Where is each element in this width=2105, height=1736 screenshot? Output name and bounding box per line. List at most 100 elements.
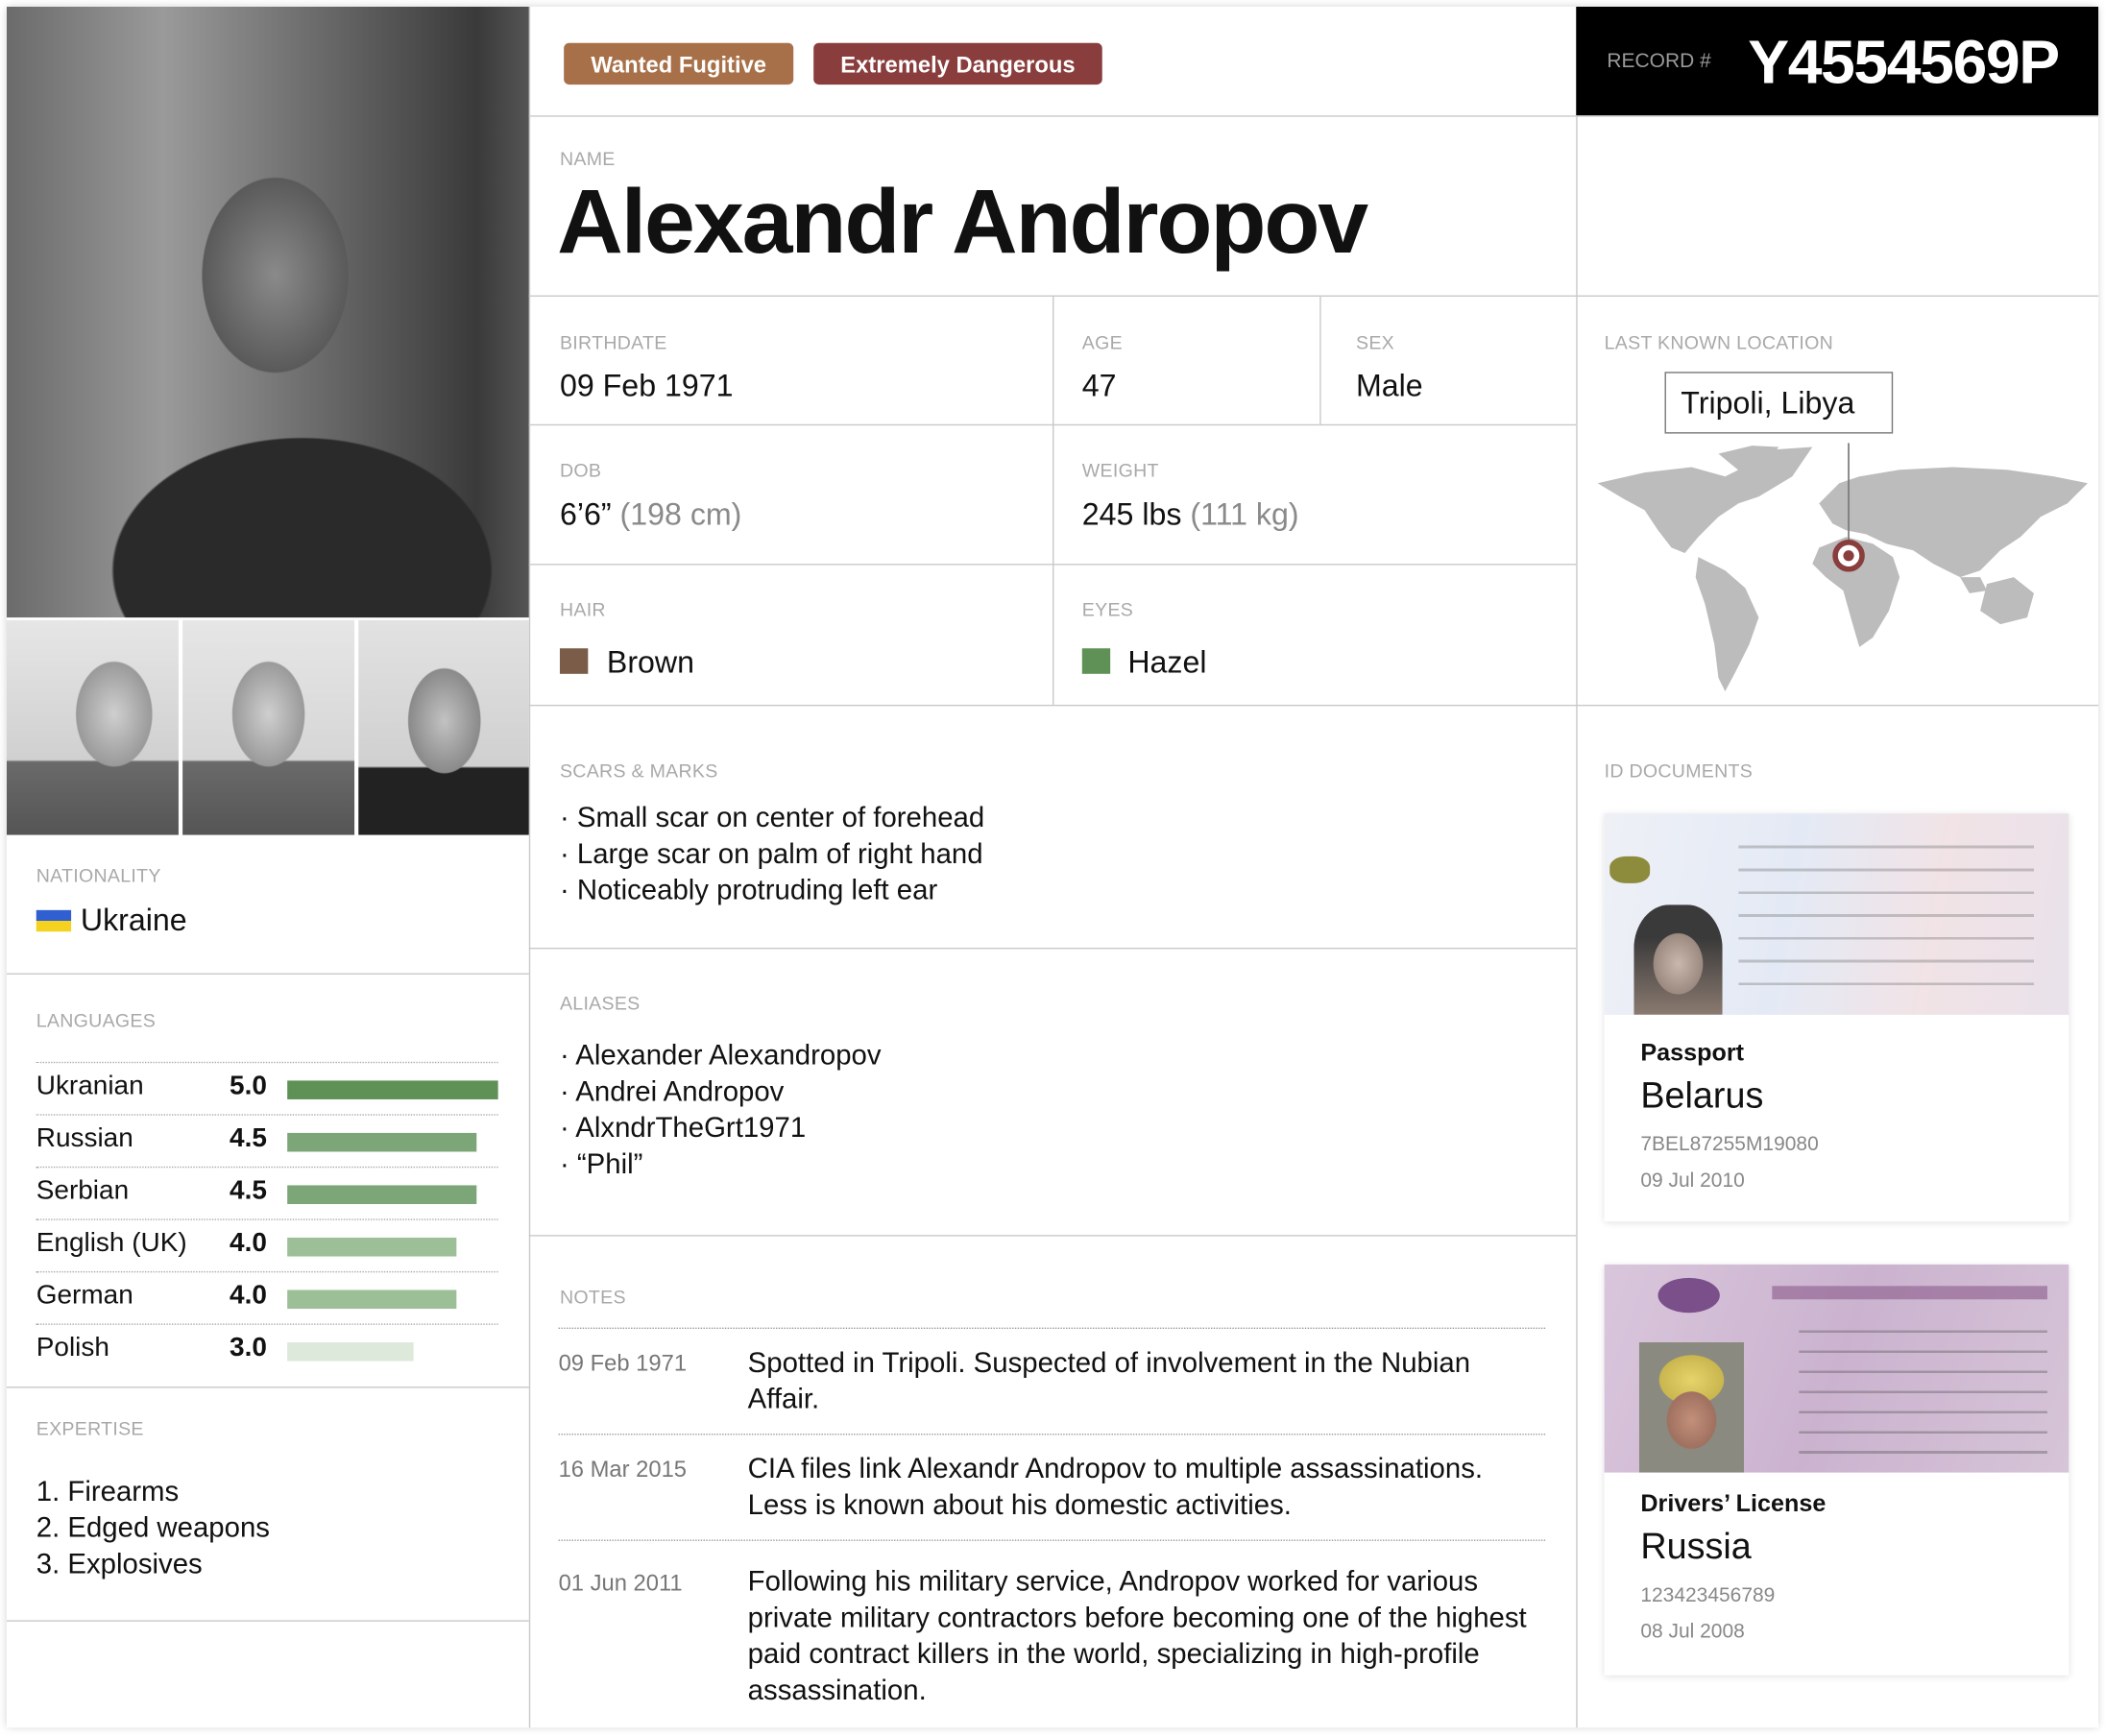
expertise-item: 1. Firearms [36, 1476, 180, 1507]
scar-item: Large scar on palm of right hand [560, 836, 984, 873]
note-date: 16 Mar 2015 [558, 1456, 688, 1483]
weight-imperial: 245 lbs [1081, 496, 1182, 532]
document-number: 123423456789 [1640, 1583, 1776, 1607]
alias-item: “Phil” [560, 1146, 882, 1183]
weight-value: 245 lbs (111 kg) [1082, 496, 1299, 533]
note-text: Following his military service, Andropov… [747, 1566, 1527, 1706]
language-name: Polish [36, 1333, 109, 1362]
expertise-label: EXPERTISE [36, 1417, 144, 1439]
note-entry: 16 Mar 2015 CIA files link Alexandr Andro… [558, 1434, 1546, 1521]
ukraine-flag-icon [36, 909, 72, 932]
language-score: 4.5 [230, 1123, 267, 1153]
language-score: 4.5 [230, 1175, 267, 1206]
language-row: German 4.0 [36, 1270, 498, 1325]
language-row: English (UK) 4.0 [36, 1218, 498, 1272]
nationality-label: NATIONALITY [36, 864, 161, 886]
eyes-label: EYES [1081, 598, 1134, 620]
expertise-item: 2. Edged weapons [36, 1512, 270, 1544]
location-callout: Tripoli, Libya [1664, 372, 1894, 434]
eyes-value: Hazel [1127, 644, 1207, 680]
birthdate-value: 09 Feb 1971 [559, 368, 734, 403]
alias-item: Alexander Alexandropov [560, 1038, 881, 1074]
birthdate-label: BIRTHDATE [559, 331, 667, 353]
language-proficiency-bar [287, 1342, 414, 1362]
document-country: Belarus [1640, 1074, 1764, 1116]
scars-list: Small scar on center of forehead Large s… [560, 800, 984, 908]
alias-item: AlxndrTheGrt1971 [560, 1110, 882, 1146]
mugshot-profile [6, 619, 179, 835]
note-text: CIA files link Alexandr Andropov to mult… [747, 1454, 1484, 1521]
location-label: LAST KNOWN LOCATION [1604, 331, 1834, 353]
documents-label: ID DOCUMENTS [1604, 760, 1754, 782]
languages-label: LANGUAGES [36, 1009, 157, 1031]
note-date: 01 Jun 2011 [558, 1570, 683, 1597]
document-country: Russia [1640, 1526, 1752, 1567]
scars-label: SCARS & MARKS [559, 760, 718, 782]
aliases-label: ALIASES [559, 992, 641, 1014]
document-card-drivers-license[interactable]: Drivers’ License Russia 123423456789 08 … [1604, 1264, 2069, 1676]
main-photo [6, 6, 529, 618]
height-imperial: 6’6” [559, 496, 612, 532]
aliases-list: Alexander Alexandropov Andrei Andropov A… [560, 1038, 882, 1183]
language-proficiency-bar [287, 1185, 477, 1205]
hair-color-swatch [559, 648, 589, 674]
name-label: NAME [559, 147, 616, 170]
note-text: Spotted in Tripoli. Suspected of involve… [747, 1347, 1471, 1415]
expertise-item: 3. Explosives [36, 1549, 203, 1580]
note-entry: 09 Feb 1971 Spotted in Tripoli. Suspected… [558, 1327, 1546, 1414]
language-row: Russian 4.5 [36, 1114, 498, 1168]
weight-metric: (111 kg) [1190, 496, 1299, 532]
drivers-license-image [1604, 1264, 2069, 1473]
language-score: 3.0 [230, 1333, 267, 1362]
document-date: 09 Jul 2010 [1640, 1169, 1745, 1193]
hair-label: HAIR [559, 598, 606, 620]
nationality-value: Ukraine [80, 902, 187, 937]
language-name: German [36, 1280, 133, 1311]
note-date: 09 Feb 1971 [558, 1350, 688, 1376]
notes-label: NOTES [559, 1286, 626, 1308]
language-row: Polish 3.0 [36, 1323, 498, 1377]
document-number: 7BEL87255M19080 [1640, 1132, 1819, 1156]
record-label: RECORD # [1607, 49, 1711, 73]
language-score: 4.0 [230, 1280, 267, 1311]
scar-item: Noticeably protruding left ear [560, 873, 984, 909]
document-card-passport[interactable]: Passport Belarus 7BEL87255M19080 09 Jul … [1604, 813, 2069, 1222]
weight-label: WEIGHT [1081, 459, 1159, 481]
mugshot-front [182, 619, 355, 835]
document-type: Drivers’ License [1640, 1489, 1827, 1517]
height-label: DOB [559, 459, 602, 481]
eye-color-swatch [1081, 648, 1111, 674]
language-name: Ukranian [36, 1071, 144, 1101]
age-value: 47 [1081, 368, 1117, 403]
document-type: Passport [1640, 1039, 1745, 1067]
record-block: RECORD # Y4554569P [1576, 6, 2099, 116]
sex-value: Male [1355, 368, 1423, 403]
record-number: Y4554569P [1748, 26, 2060, 97]
language-score: 5.0 [230, 1071, 267, 1101]
language-name: Serbian [36, 1175, 130, 1206]
language-name: Russian [36, 1123, 133, 1153]
scar-item: Small scar on center of forehead [560, 800, 984, 836]
language-proficiency-bar [287, 1290, 456, 1310]
language-proficiency-bar [287, 1080, 498, 1099]
language-row: Ukranian 5.0 [36, 1061, 498, 1116]
language-proficiency-bar [287, 1237, 456, 1257]
expertise-list: 1. Firearms 2. Edged weapons 3. Explosiv… [36, 1474, 270, 1582]
extremely-dangerous-badge: Extremely Dangerous [813, 42, 1102, 85]
sex-label: SEX [1355, 331, 1394, 353]
language-name: English (UK) [36, 1228, 187, 1258]
hair-value: Brown [606, 644, 695, 680]
language-row: Serbian 4.5 [36, 1166, 498, 1220]
passport-image [1604, 813, 2069, 1015]
language-score: 4.0 [230, 1228, 267, 1258]
mugshot-suit [358, 619, 529, 835]
height-value: 6’6” (198 cm) [560, 496, 741, 533]
wanted-fugitive-badge: Wanted Fugitive [564, 42, 794, 85]
alias-item: Andrei Andropov [560, 1073, 882, 1110]
location-value: Tripoli, Libya [1681, 385, 1855, 421]
age-label: AGE [1081, 331, 1123, 353]
document-date: 08 Jul 2008 [1640, 1620, 1745, 1644]
note-entry: 01 Jun 2011 Following his military servic… [558, 1539, 1546, 1706]
subject-name: Alexandr Andropov [557, 170, 1368, 273]
world-map [1597, 443, 2088, 691]
